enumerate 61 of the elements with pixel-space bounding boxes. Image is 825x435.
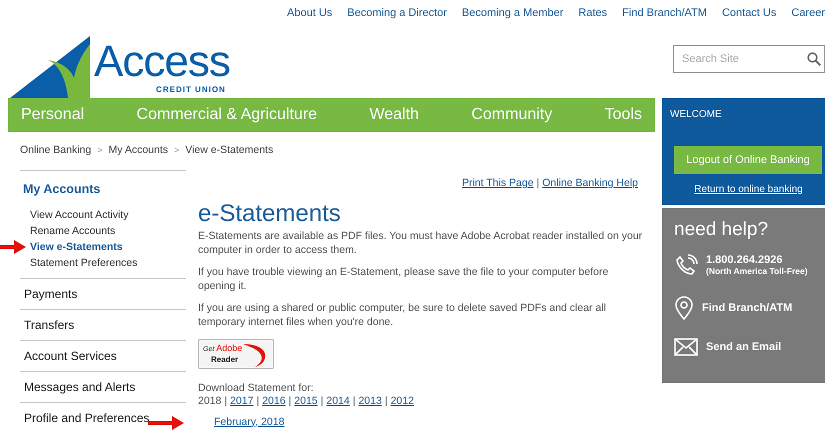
year-link[interactable]: 2012 [390, 394, 414, 408]
search-icon[interactable] [807, 52, 821, 66]
search-field[interactable]: Search Site [673, 44, 825, 72]
paragraph: If you are using a shared or public computer, be sure to delete saved PDFs and clear all temporary internet files when you're done. [198, 300, 607, 328]
statement-link[interactable]: February, 2018 [214, 414, 284, 430]
year-link[interactable]: 2017 [230, 394, 254, 408]
phone-icon [674, 254, 698, 278]
help-link[interactable]: Send an Email [706, 342, 782, 352]
sidebar-section-link[interactable]: Transfers [24, 316, 74, 334]
sidebar-section-link[interactable]: Messages and Alerts [24, 378, 136, 396]
year-divider: | [256, 394, 260, 408]
breadcrumb-separator: > [174, 144, 180, 158]
envelope-icon [674, 338, 698, 356]
year-link[interactable]: 2014 [326, 394, 350, 408]
return-link[interactable]: Return to online banking [694, 182, 803, 197]
top-nav-link[interactable]: Becoming a Director [347, 5, 447, 22]
year-divider: | [224, 394, 228, 408]
year-link[interactable]: 2018 [198, 394, 222, 408]
arrow-icon [0, 240, 26, 254]
sidebar-heading: My Accounts [23, 180, 102, 198]
top-nav-link[interactable]: Career [791, 5, 825, 22]
year-link[interactable]: 2013 [358, 394, 382, 408]
paragraph: If you have trouble viewing an E-Statement, please save the file to your computer before opening it. [198, 264, 610, 292]
top-nav-link[interactable]: About Us [287, 5, 332, 22]
sidebar-subitem[interactable]: View Account Activity [30, 208, 128, 220]
help-note: (North America Toll-Free) [706, 266, 808, 277]
breadcrumb-link[interactable]: My Accounts [108, 143, 168, 159]
logo-wordmark: Access [94, 40, 230, 84]
breadcrumb-separator: > [97, 144, 102, 158]
year-divider: | [384, 394, 388, 408]
top-nav-link[interactable]: Contact Us [722, 5, 776, 22]
arrow-icon [148, 416, 184, 430]
location-pin-icon [674, 296, 694, 320]
year-link[interactable]: 2015 [294, 394, 318, 408]
sidebar-section-link[interactable]: Profile and Preferences [24, 408, 150, 426]
breadcrumb-link[interactable]: View e-Statements [185, 143, 274, 159]
sidebar-section-link[interactable]: Account Services [24, 346, 117, 364]
download-label: Download Statement for: [198, 382, 315, 394]
link-divider: | [536, 176, 540, 191]
year-link[interactable]: 2016 [262, 394, 286, 408]
utility-link[interactable]: Print This Page [462, 176, 534, 192]
utility-link[interactable]: Online Banking Help [542, 176, 638, 192]
help-link[interactable]: Find Branch/ATM [702, 302, 792, 314]
welcome-title: WELCOME [669, 108, 723, 122]
breadcrumb-link[interactable]: Online Banking [20, 143, 92, 159]
sidebar-subitem[interactable]: Rename Accounts [30, 224, 116, 236]
top-nav-link[interactable]: Rates [578, 5, 608, 22]
year-divider: | [352, 394, 356, 408]
top-nav-link[interactable]: Find Branch/ATM [622, 5, 707, 22]
paragraph: E-Statements are available as PDF files. You must have Adobe Acrobat reader installed on your computer in order to access them. [198, 228, 644, 256]
sidebar-section-link[interactable]: Payments [24, 284, 78, 302]
year-divider: | [320, 394, 324, 408]
help-title: need help? [674, 218, 770, 242]
top-nav-link[interactable]: Becoming a Member [462, 5, 564, 22]
sidebar-subitem[interactable]: Statement Preferences [30, 256, 138, 268]
year-divider: | [288, 394, 292, 408]
logo-tagline: CREDIT UNION [156, 84, 226, 96]
sidebar-subitem[interactable]: View e-Statements [30, 240, 123, 252]
page-title: e-Statements [198, 200, 342, 228]
badge-reader-text: Reader [211, 354, 240, 364]
help-link[interactable]: 1.800.264.2926 [706, 255, 808, 266]
